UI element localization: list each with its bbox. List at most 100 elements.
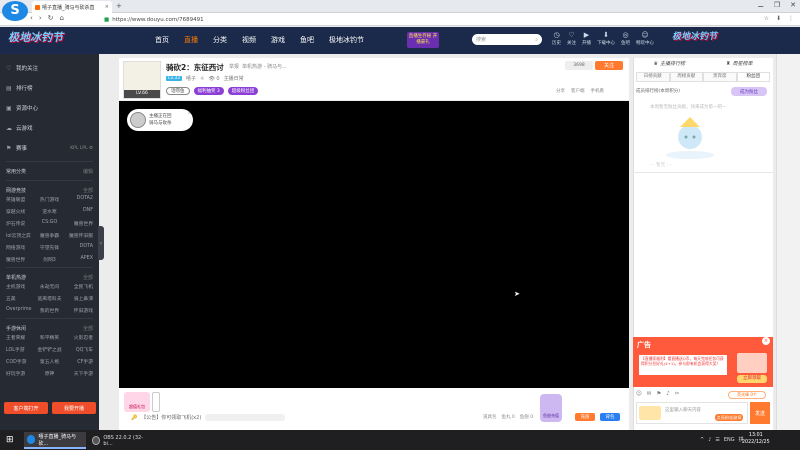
sidebar-item-resources[interactable]: ▣ 资源中心 xyxy=(0,98,99,118)
send-button[interactable]: 发送 xyxy=(750,402,770,424)
category-link[interactable]: 全民飞机 xyxy=(64,283,93,290)
category-link[interactable]: 魔兽怀旧服 xyxy=(64,232,93,239)
maximize-icon[interactable]: ❐ xyxy=(774,1,780,9)
close-ad-icon[interactable]: × xyxy=(762,337,770,345)
browser-tab[interactable]: 嘻子直播_骑马与砍杀直 × xyxy=(32,1,112,13)
nav-category[interactable]: 分类 xyxy=(213,35,227,45)
message-icon[interactable]: ✉ xyxy=(647,391,652,397)
language-indicator[interactable]: ENG xyxy=(724,437,735,443)
play-center-button[interactable]: ☺ 畅玩中心 xyxy=(636,31,654,46)
network-icon[interactable]: ☰ xyxy=(715,437,719,443)
category-link[interactable]: 网络游戏 xyxy=(6,244,35,251)
tray-expand-icon[interactable]: ^ xyxy=(700,437,704,443)
category-link[interactable]: APEX xyxy=(64,256,94,263)
ad-banner[interactable]: 广告 × 【直播家福利】看直播送Q币，每天完成任务可获得积分兑好礼(4+1)，参… xyxy=(633,337,773,387)
category-link[interactable]: 穿越火线 xyxy=(6,208,35,215)
search-icon[interactable]: ⌕ xyxy=(535,37,538,43)
category-link[interactable]: 五美 xyxy=(6,295,35,302)
category-link[interactable]: 英雄联盟 xyxy=(6,196,35,203)
category-link[interactable]: 魔兽世界 xyxy=(6,256,35,263)
tab-weekly[interactable]: 周榜贡献 xyxy=(669,72,703,82)
category-link[interactable]: DNF xyxy=(64,208,93,215)
recharge-button[interactable]: 充值 xyxy=(575,413,595,421)
browser-logo-icon[interactable]: S xyxy=(2,1,28,21)
owner-name[interactable]: 嘻子 xyxy=(186,75,196,82)
close-tab-icon[interactable]: × xyxy=(105,4,109,10)
volume-icon[interactable]: ♪ xyxy=(708,437,711,443)
nav-yuba[interactable]: 鱼吧 xyxy=(300,35,314,45)
streamer-avatar[interactable]: LV.66 xyxy=(123,61,161,99)
report-link[interactable]: 举报 xyxy=(229,63,239,70)
room-category[interactable]: 单机热游 - 骑马与... xyxy=(242,63,287,70)
download-center-button[interactable]: ⬇ 下载中心 xyxy=(597,31,615,46)
category-link[interactable]: 第五人格 xyxy=(35,358,64,365)
home-icon[interactable]: ⌂ xyxy=(60,14,64,22)
section-more[interactable]: 全部 xyxy=(83,325,93,332)
tag-talk[interactable]: 话唠鱼 xyxy=(166,87,190,95)
category-link[interactable]: 我的世界 xyxy=(35,307,64,314)
category-link[interactable]: 王者荣耀 xyxy=(6,334,35,341)
emoji-icon[interactable]: ☺ xyxy=(636,391,642,397)
category-link[interactable]: 炉石传说 xyxy=(6,220,35,227)
site-logo[interactable]: 极地冰钓节 xyxy=(8,29,128,49)
streamer-rank-link[interactable]: ♛ 主播排行榜 xyxy=(654,60,686,68)
close-icon[interactable]: × xyxy=(188,110,191,115)
flag-icon[interactable]: ⚑ xyxy=(656,391,661,397)
windows-start-icon[interactable]: ⊞ xyxy=(6,435,14,445)
url-field[interactable]: ■ https://www.douyu.com/7689491 xyxy=(104,15,604,24)
share-button[interactable]: 分享 xyxy=(556,88,565,94)
category-link[interactable]: Overprime xyxy=(6,307,35,314)
category-link[interactable]: lol云顶之弈 xyxy=(6,232,35,239)
category-link[interactable]: 魔兽争霸 xyxy=(35,232,64,239)
clock[interactable]: 13:01 2022/12/25 xyxy=(742,432,770,446)
light-badge-button[interactable]: 点亮粉丝勋章 xyxy=(715,414,743,421)
section-more[interactable]: 全部 xyxy=(83,187,93,194)
nav-home[interactable]: 首页 xyxy=(155,35,169,45)
event-banner[interactable]: 极地冰钓节 xyxy=(672,29,760,49)
history-button[interactable]: ◷ 历史 xyxy=(552,31,561,46)
category-link[interactable]: QQ飞车 xyxy=(64,346,93,353)
category-link[interactable]: DOTA xyxy=(64,244,93,251)
nav-video[interactable]: 视频 xyxy=(242,35,256,45)
forward-icon[interactable]: › xyxy=(39,14,42,22)
collapse-sidebar-button[interactable]: ‹ xyxy=(98,226,104,260)
gift-pack-button[interactable]: 超值礼包 xyxy=(124,392,150,412)
nav-live[interactable]: 直播 xyxy=(184,35,198,45)
gift-slot[interactable] xyxy=(152,392,160,412)
download-icon[interactable]: ⬇ xyxy=(776,15,781,22)
sidebar-item-rank[interactable]: ▤ 排行榜 xyxy=(0,78,99,98)
section-more[interactable]: 全部 xyxy=(83,274,93,281)
client-button[interactable]: 客户端 xyxy=(571,88,585,94)
category-link[interactable]: DOTA2 xyxy=(64,196,93,203)
sidebar-item-cloud-game[interactable]: ☁ 云游戏 xyxy=(0,118,99,138)
taskbar-obs[interactable]: OBS 22.0.2 (32-bi... xyxy=(89,432,151,449)
backpack-text[interactable]: 道具包 xyxy=(483,414,497,420)
nav-event[interactable]: 极地冰钓节 xyxy=(329,35,364,45)
rank-text[interactable]: 主播日常 xyxy=(224,75,244,82)
site-search[interactable]: 搜索 ⌕ xyxy=(472,34,542,45)
follow-button[interactable]: ♡ 关注 xyxy=(567,31,576,46)
yuba-button[interactable]: ◎ 鱼吧 xyxy=(621,31,630,46)
reload-icon[interactable]: ↻ xyxy=(48,14,54,22)
category-link[interactable]: 主机游戏 xyxy=(6,283,35,290)
scissors-icon[interactable]: ✂ xyxy=(675,391,680,397)
chat-input[interactable]: 这里输入聊天内容 点亮粉丝勋章 xyxy=(636,402,748,424)
category-link[interactable]: 骑上鼻涕 xyxy=(64,295,93,302)
music-icon[interactable]: ♪ xyxy=(666,391,670,397)
category-link[interactable]: 剑网3 xyxy=(35,256,64,263)
mobile-watch-button[interactable]: 手机看 xyxy=(591,88,605,94)
category-link[interactable]: 魔兽世界 xyxy=(64,220,93,227)
open-client-button[interactable]: 客户端打开 xyxy=(4,402,48,414)
tab-vip[interactable]: 贵宾席 xyxy=(703,72,737,82)
close-window-icon[interactable]: ✕ xyxy=(790,1,796,9)
nav-game[interactable]: 游戏 xyxy=(271,35,285,45)
taskbar-browser[interactable]: 嘻子直播_骑马与砍... xyxy=(24,432,86,449)
new-tab-button[interactable]: + xyxy=(116,2,122,10)
search-input[interactable]: 搜索 xyxy=(476,36,486,43)
category-link[interactable]: CS:GO xyxy=(35,220,64,227)
backpack-button[interactable]: 背包 xyxy=(600,413,620,421)
category-link[interactable]: 好玩手游 xyxy=(6,370,35,377)
minimize-icon[interactable]: ⚊ xyxy=(758,1,764,9)
broadcast-button[interactable]: ▶ 开播 xyxy=(582,31,591,46)
tab-daily[interactable]: 日榜贡献 xyxy=(636,72,670,82)
